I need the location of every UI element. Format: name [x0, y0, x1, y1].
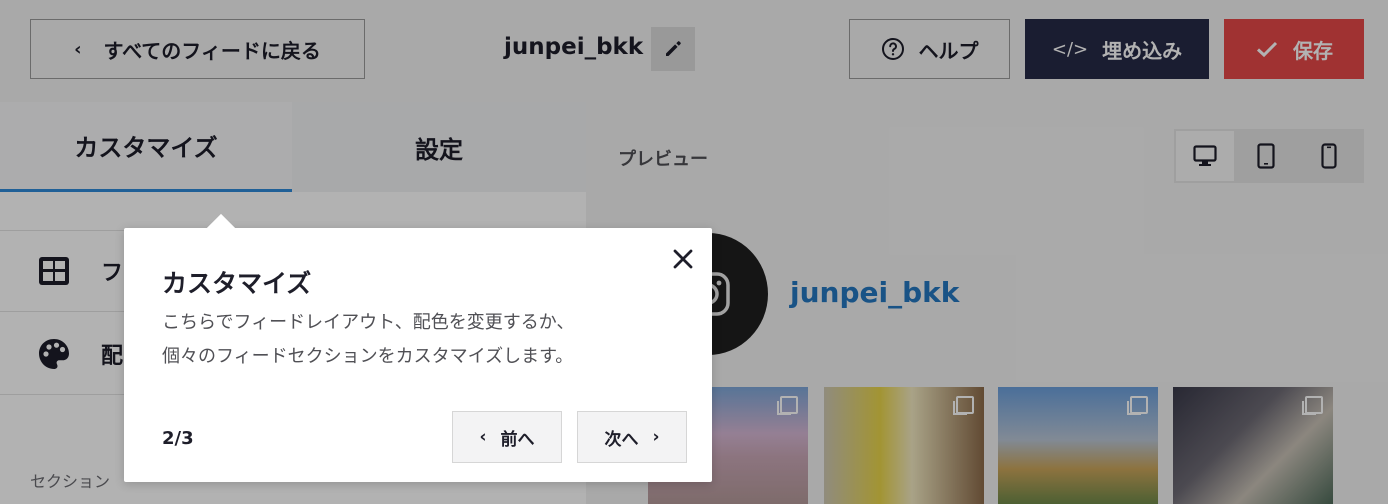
tooltip-body-line: こちらでフィードレイアウト、配色を変更するか、	[162, 312, 575, 333]
tooltip-body-line: 個々のフィードセクションをカスタマイズします。	[162, 346, 574, 367]
next-label: 次へ	[604, 429, 639, 450]
chevron-left-icon: ‹	[479, 427, 487, 447]
previous-label: 前へ	[500, 429, 535, 450]
tooltip-body: こちらでフィードレイアウト、配色を変更するか、 個々のフィードセクションをカスタ…	[162, 306, 682, 374]
previous-step-button[interactable]: ‹ 前へ	[452, 411, 562, 463]
close-icon	[673, 249, 693, 269]
tooltip-title: カスタマイズ	[162, 269, 312, 298]
chevron-right-icon: ›	[652, 427, 660, 447]
next-step-button[interactable]: 次へ ›	[577, 411, 687, 463]
tooltip-close-button[interactable]	[670, 246, 696, 272]
step-counter: 2/3	[162, 428, 194, 449]
onboarding-tooltip: カスタマイズ こちらでフィードレイアウト、配色を変更するか、 個々のフィードセク…	[124, 228, 712, 482]
